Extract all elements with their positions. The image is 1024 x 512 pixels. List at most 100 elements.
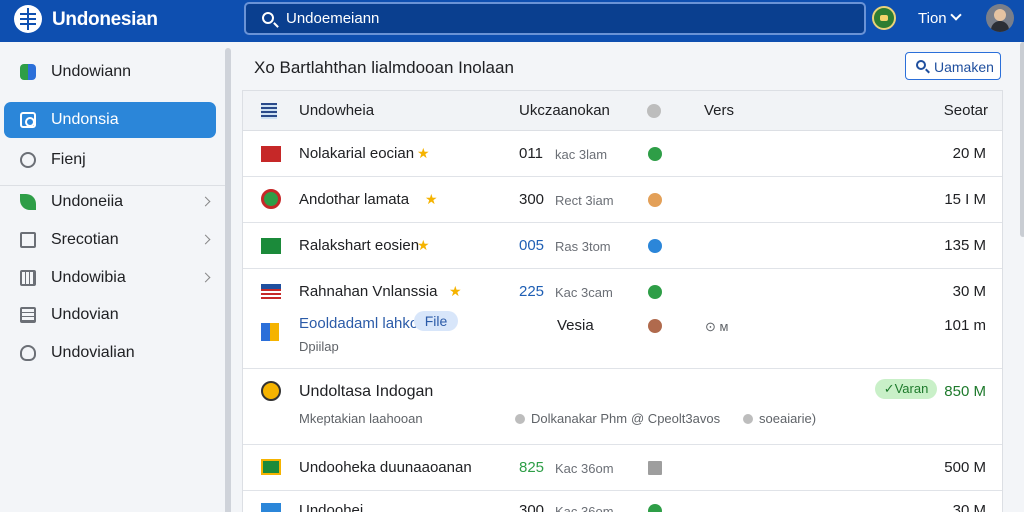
column-size[interactable]: Seotar	[944, 102, 988, 119]
row-size: 101 m	[944, 317, 986, 334]
user-menu-label[interactable]: Tion	[918, 10, 947, 27]
chat-icon	[20, 152, 36, 168]
row-tag: Rect 3iam	[555, 193, 614, 208]
status-badge: ✓Varan	[875, 379, 937, 399]
row-number: 300	[519, 191, 545, 208]
search-text: Undoemeiann	[286, 10, 380, 27]
row-size: 30 M	[952, 502, 986, 512]
circle-flag-icon	[261, 189, 281, 209]
row-number: 225	[519, 283, 545, 300]
column-owner[interactable]: Ukczaanokan	[519, 102, 610, 119]
row-name: Nolakarial eocian	[299, 145, 415, 162]
row-number: 005	[519, 237, 545, 254]
file-chip[interactable]: File	[414, 311, 458, 331]
row-size: 135 M	[944, 237, 986, 254]
sidebar-item-label: Undowibia	[51, 269, 126, 286]
red-flag-icon	[261, 146, 281, 162]
sidebar-item-5[interactable]: Undowibia	[4, 260, 216, 296]
sidebar: Undowiann Undonsia Fienj Undoneiia Sreco…	[0, 42, 235, 512]
meta-text: Dolkanakar Phm	[531, 411, 628, 426]
search-input[interactable]: Undoemeiann	[244, 2, 866, 35]
row-size: 20 M	[952, 145, 986, 162]
row-tag: Ras 3tom	[555, 239, 611, 254]
sidebar-item-3[interactable]: Undoneiia	[4, 184, 216, 220]
meta-text: soeaiarie)	[759, 411, 817, 426]
page-title: Xo Bartlahthan lialmdooan Inolaan	[254, 58, 514, 77]
sidebar-item-label: Undowiann	[51, 63, 132, 80]
status-dot-icon	[648, 147, 662, 161]
row-number: 825	[519, 459, 545, 476]
star-icon[interactable]: ★	[417, 237, 430, 254]
green-flag-icon	[261, 238, 281, 254]
status-dot-icon	[647, 104, 661, 118]
table-row[interactable]: Rahnahan Vnlanssia ★ 225 Kac 3cam 30 M E…	[243, 269, 1002, 369]
column-name[interactable]: Undowheia	[299, 102, 374, 119]
leaf-icon	[20, 194, 36, 210]
sidebar-item-label: Undovialian	[51, 344, 135, 361]
star-icon[interactable]: ★	[425, 191, 438, 208]
row-meta-2: soeaiarie)	[743, 411, 816, 426]
star-icon[interactable]: ★	[417, 145, 430, 162]
row-name: Undoltasa Indogan	[299, 383, 434, 400]
row-tag: Kac 36om	[555, 504, 614, 512]
sidebar-scrollbar[interactable]	[225, 48, 231, 512]
file-icon	[261, 323, 279, 341]
sidebar-item-1[interactable]: Undonsia	[4, 102, 216, 138]
sidebar-item-label: Undovian	[51, 306, 119, 323]
status-square-icon	[648, 461, 662, 475]
status-dot-icon	[648, 193, 662, 207]
app-logo-icon[interactable]	[14, 5, 42, 33]
row-tag: Kac 36om	[555, 461, 614, 476]
sidebar-item-4[interactable]: Srecotian	[4, 222, 216, 258]
status-dot-icon	[648, 285, 662, 299]
table-row[interactable]: Undoltasa Indogan ✓Varan 850 M Mkeptakia…	[243, 369, 1002, 445]
row-name: Eooldadaml lahko	[299, 315, 419, 332]
row-name: Rahnahan Vnlanssia	[299, 283, 438, 300]
table-header: Undowheia Ukczaanokan Vers Seotar	[243, 91, 1002, 131]
status-dot-icon	[648, 319, 662, 333]
row-size: 15 I M	[944, 191, 986, 208]
top-bar: Undonesian Undoemeiann Tion	[0, 0, 1024, 42]
table-row[interactable]: Nolakarial eocian ★ 011 kac 3lam 20 M	[243, 131, 1002, 177]
row-meta: ⊙ м	[705, 319, 729, 334]
main-scrollbar[interactable]	[1020, 42, 1024, 237]
search-icon	[262, 12, 274, 24]
sidebar-item-7[interactable]: Undovialian	[4, 335, 216, 371]
row-size: 500 M	[944, 459, 986, 476]
row-tag: kac 3lam	[555, 147, 608, 162]
doc-icon	[20, 307, 36, 323]
table-row[interactable]: Undoohei 300 Kac 36om 30 M	[243, 491, 1002, 512]
badge-icon	[20, 345, 36, 361]
screen-icon	[20, 232, 36, 248]
list-icon	[261, 103, 277, 119]
avatar[interactable]	[986, 4, 1014, 32]
chevron-right-icon	[200, 272, 211, 283]
star-icon[interactable]: ★	[449, 283, 462, 300]
us-flag-icon	[261, 284, 281, 300]
row-subtext: Mkeptakian laahooan	[299, 411, 423, 426]
table-row[interactable]: Undooheka duunaaoanan 825 Kac 36om 500 M	[243, 445, 1002, 491]
green-flag-icon	[261, 459, 281, 475]
table-row[interactable]: Ralakshart eosien ★ 005 Ras 3tom 135 M	[243, 223, 1002, 269]
chevron-right-icon	[200, 234, 211, 245]
file-table: Undowheia Ukczaanokan Vers Seotar Nolaka…	[242, 90, 1003, 512]
sidebar-item-0[interactable]: Undowiann	[4, 54, 216, 90]
row-name: Andothar lamata	[299, 191, 410, 208]
row-meta-1: @ Cpeolt3avos	[631, 411, 721, 426]
main-content: Xo Bartlahthan lialmdooan Inolaan Uamake…	[242, 42, 1024, 512]
search-icon	[916, 60, 926, 70]
table-row[interactable]: Andothar lamata ★ 300 Rect 3iam 15 I M	[243, 177, 1002, 223]
sidebar-item-label: Undoneiia	[51, 193, 124, 210]
row-number: 300	[519, 502, 545, 512]
sidebar-item-2[interactable]: Fienj	[4, 142, 216, 178]
chevron-down-icon[interactable]	[950, 9, 962, 21]
row-meta-0: Dolkanakar Phm	[515, 411, 627, 426]
sidebar-item-6[interactable]: Undovian	[4, 297, 216, 333]
status-dot-icon	[648, 504, 662, 512]
grid-icon	[20, 270, 36, 286]
app-avatar-icon[interactable]	[872, 6, 896, 30]
row-name: Undooheka duunaaoanan	[299, 459, 472, 476]
action-button[interactable]: Uamaken	[905, 52, 1001, 80]
column-status[interactable]: Vers	[704, 102, 734, 119]
row-name: Ralakshart eosien	[299, 237, 420, 254]
